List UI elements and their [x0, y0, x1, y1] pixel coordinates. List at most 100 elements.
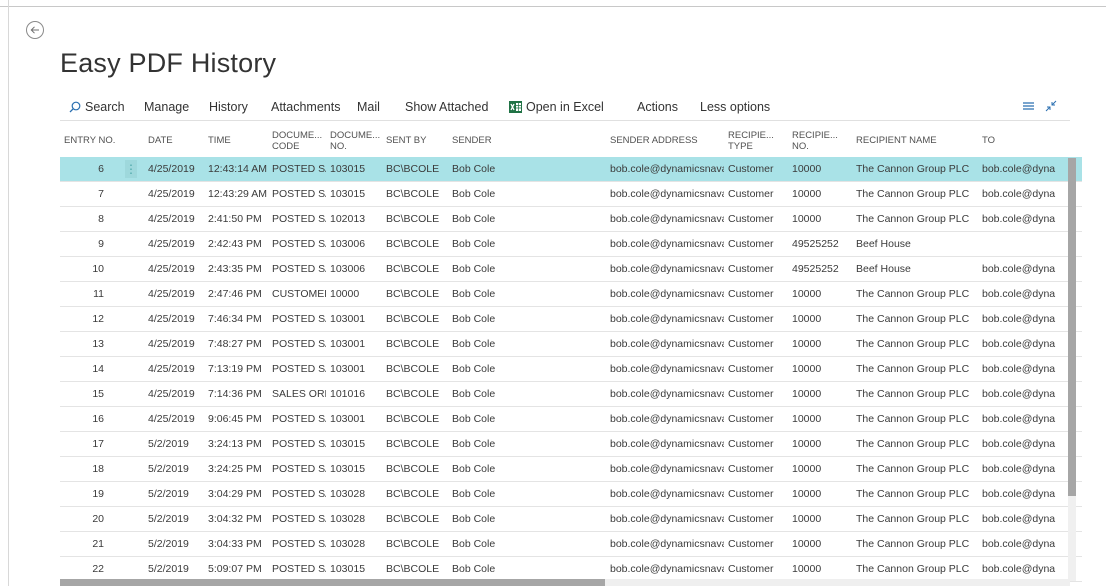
sender-cell[interactable]: Bob Cole — [448, 356, 606, 382]
sender-cell[interactable]: Bob Cole — [448, 381, 606, 407]
recipient-name-cell[interactable]: The Cannon Group PLC — [852, 456, 978, 482]
row-menu-cell[interactable] — [122, 206, 140, 232]
to-cell[interactable]: bob.cole@dyna — [978, 431, 1082, 457]
recipient-no-cell[interactable]: 10000 — [788, 531, 852, 557]
date-cell[interactable]: 4/25/2019 — [140, 181, 204, 207]
document-code-cell[interactable]: POSTED SA... — [268, 331, 326, 357]
sender-cell[interactable]: Bob Cole — [448, 256, 606, 282]
recipient-no-cell[interactable]: 10000 — [788, 381, 852, 407]
row-menu-cell[interactable] — [122, 231, 140, 257]
time-cell[interactable]: 12:43:29 AM — [204, 181, 268, 207]
table-row[interactable]: 19 5/2/20193:04:29 PMPOSTED SA...103028BC… — [60, 481, 1082, 507]
row-menu-cell[interactable] — [122, 356, 140, 382]
document-code-cell[interactable]: POSTED SA... — [268, 157, 326, 182]
date-cell[interactable]: 5/2/2019 — [140, 506, 204, 532]
col-recipient-type[interactable]: RECIPIE... TYPE — [724, 124, 788, 157]
col-to[interactable]: TO — [978, 124, 1082, 157]
recipient-name-cell[interactable]: The Cannon Group PLC — [852, 206, 978, 232]
time-cell[interactable]: 5:09:07 PM — [204, 556, 268, 582]
entry-no-cell[interactable]: 6 — [60, 157, 122, 182]
document-code-cell[interactable]: POSTED SA... — [268, 231, 326, 257]
to-cell[interactable]: bob.cole@dyna — [978, 157, 1082, 182]
sender-address-cell[interactable]: bob.cole@dynamicsnavad... — [606, 306, 724, 332]
row-menu-cell[interactable]: ⋮ — [122, 157, 140, 182]
entry-no-cell[interactable]: 12 — [60, 306, 122, 332]
recipient-type-cell[interactable]: Customer — [724, 181, 788, 207]
date-cell[interactable]: 4/25/2019 — [140, 231, 204, 257]
row-menu-cell[interactable] — [122, 331, 140, 357]
list-view-icon[interactable] — [1022, 100, 1035, 112]
recipient-name-cell[interactable]: The Cannon Group PLC — [852, 181, 978, 207]
sent-by-cell[interactable]: BC\BCOLE — [382, 531, 448, 557]
row-menu-cell[interactable] — [122, 181, 140, 207]
date-cell[interactable]: 5/2/2019 — [140, 481, 204, 507]
sent-by-cell[interactable]: BC\BCOLE — [382, 181, 448, 207]
table-row[interactable]: 17 5/2/20193:24:13 PMPOSTED SA...103015BC… — [60, 431, 1082, 457]
sender-cell[interactable]: Bob Cole — [448, 306, 606, 332]
back-button[interactable] — [26, 21, 44, 39]
document-no-cell[interactable]: 103015 — [326, 181, 382, 207]
time-cell[interactable]: 7:48:27 PM — [204, 331, 268, 357]
time-cell[interactable]: 3:04:29 PM — [204, 481, 268, 507]
entry-no-cell[interactable]: 9 — [60, 231, 122, 257]
document-code-cell[interactable]: POSTED SA... — [268, 506, 326, 532]
date-cell[interactable]: 4/25/2019 — [140, 281, 204, 307]
entry-no-cell[interactable]: 7 — [60, 181, 122, 207]
to-cell[interactable]: bob.cole@dyna — [978, 531, 1082, 557]
recipient-no-cell[interactable]: 10000 — [788, 157, 852, 182]
recipient-no-cell[interactable]: 49525252 — [788, 231, 852, 257]
recipient-type-cell[interactable]: Customer — [724, 406, 788, 432]
row-menu-cell[interactable] — [122, 281, 140, 307]
recipient-name-cell[interactable]: The Cannon Group PLC — [852, 531, 978, 557]
recipient-type-cell[interactable]: Customer — [724, 331, 788, 357]
document-no-cell[interactable]: 103015 — [326, 431, 382, 457]
entry-no-cell[interactable]: 11 — [60, 281, 122, 307]
row-menu-cell[interactable] — [122, 431, 140, 457]
col-entry-no[interactable]: ENTRY NO. — [60, 124, 122, 157]
entry-no-cell[interactable]: 14 — [60, 356, 122, 382]
sender-address-cell[interactable]: bob.cole@dynamicsnavad... — [606, 381, 724, 407]
to-cell[interactable]: bob.cole@dyna — [978, 406, 1082, 432]
sender-address-cell[interactable]: bob.cole@dynamicsnavad... — [606, 506, 724, 532]
table-row[interactable]: 104/25/20192:43:35 PMPOSTED SA...103006B… — [60, 256, 1082, 282]
recipient-type-cell[interactable]: Customer — [724, 431, 788, 457]
col-date[interactable]: DATE — [140, 124, 204, 157]
document-code-cell[interactable]: POSTED SA... — [268, 431, 326, 457]
entry-no-cell[interactable]: 16 — [60, 406, 122, 432]
collapse-icon[interactable] — [1045, 100, 1057, 112]
document-no-cell[interactable]: 103006 — [326, 256, 382, 282]
sent-by-cell[interactable]: BC\BCOLE — [382, 406, 448, 432]
entry-no-cell[interactable]: 20 — [60, 506, 122, 532]
document-code-cell[interactable]: CUSTOMER... — [268, 281, 326, 307]
sender-address-cell[interactable]: bob.cole@dynamicsnavad... — [606, 481, 724, 507]
recipient-type-cell[interactable]: Customer — [724, 531, 788, 557]
to-cell[interactable]: bob.cole@dyna — [978, 281, 1082, 307]
time-cell[interactable]: 2:47:46 PM — [204, 281, 268, 307]
document-code-cell[interactable]: POSTED SA... — [268, 181, 326, 207]
vertical-scrollbar-thumb[interactable] — [1068, 158, 1076, 496]
sent-by-cell[interactable]: BC\BCOLE — [382, 281, 448, 307]
document-code-cell[interactable]: POSTED SA... — [268, 556, 326, 582]
table-row[interactable]: 20 5/2/20193:04:32 PMPOSTED SA...103028BC… — [60, 506, 1082, 532]
entry-no-cell[interactable]: 19 — [60, 481, 122, 507]
entry-no-cell[interactable]: 17 — [60, 431, 122, 457]
date-cell[interactable]: 4/25/2019 — [140, 306, 204, 332]
document-no-cell[interactable]: 101016 — [326, 381, 382, 407]
sent-by-cell[interactable]: BC\BCOLE — [382, 481, 448, 507]
time-cell[interactable]: 3:04:32 PM — [204, 506, 268, 532]
mail-menu[interactable]: Mail — [357, 96, 380, 118]
table-row[interactable]: 134/25/20197:48:27 PMPOSTED SA...103001B… — [60, 331, 1082, 357]
table-row[interactable]: 124/25/20197:46:34 PMPOSTED SA...103001B… — [60, 306, 1082, 332]
table-row[interactable]: 164/25/20199:06:45 PMPOSTED SA...103001B… — [60, 406, 1082, 432]
table-row[interactable]: 22 5/2/20195:09:07 PMPOSTED SA...103015BC… — [60, 556, 1082, 582]
entry-no-cell[interactable]: 22 — [60, 556, 122, 582]
document-no-cell[interactable]: 103001 — [326, 331, 382, 357]
sender-cell[interactable]: Bob Cole — [448, 506, 606, 532]
sent-by-cell[interactable]: BC\BCOLE — [382, 456, 448, 482]
sent-by-cell[interactable]: BC\BCOLE — [382, 381, 448, 407]
recipient-no-cell[interactable]: 10000 — [788, 281, 852, 307]
sender-cell[interactable]: Bob Cole — [448, 331, 606, 357]
recipient-name-cell[interactable]: The Cannon Group PLC — [852, 381, 978, 407]
sender-address-cell[interactable]: bob.cole@dynamicsnavad... — [606, 206, 724, 232]
date-cell[interactable]: 5/2/2019 — [140, 431, 204, 457]
